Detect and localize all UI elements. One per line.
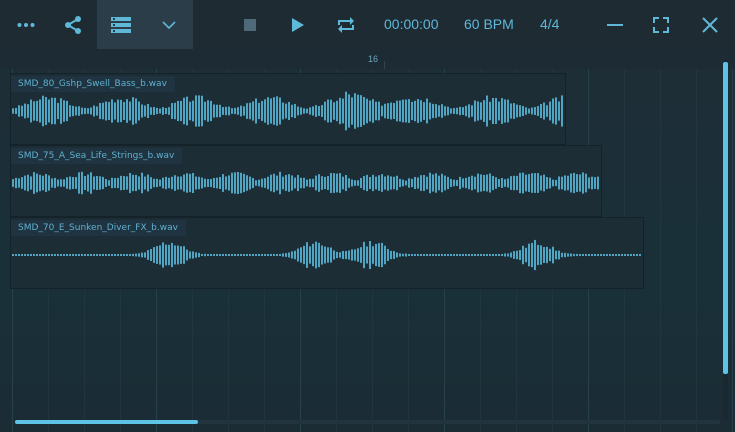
audio-clip-bass[interactable]: SMD_80_Gshp_Swell_Bass_b.wav bbox=[10, 73, 566, 145]
share-icon[interactable] bbox=[53, 0, 93, 49]
vertical-scrollbar-thumb[interactable] bbox=[723, 62, 728, 374]
grid-line bbox=[660, 69, 661, 432]
time-display: 00:00:00 bbox=[384, 16, 439, 32]
time-signature-display[interactable]: 4/4 bbox=[540, 0, 559, 49]
grid-line bbox=[732, 69, 733, 432]
stop-icon[interactable] bbox=[232, 0, 268, 49]
track-list-icon[interactable] bbox=[97, 0, 145, 49]
horizontal-scrollbar-thumb[interactable] bbox=[15, 420, 198, 424]
audio-clip-fx[interactable]: SMD_70_E_Sunken_Diver_FX_b.wav bbox=[10, 217, 644, 289]
vertical-scrollbar[interactable] bbox=[723, 60, 728, 420]
play-icon[interactable] bbox=[280, 0, 316, 49]
toolbar: 00:00:00 60 BPM 4/4 bbox=[0, 0, 735, 50]
ruler-tick bbox=[384, 61, 385, 69]
clip-name: SMD_80_Gshp_Swell_Bass_b.wav bbox=[11, 76, 175, 92]
clip-name: SMD_75_A_Sea_Life_Strings_b.wav bbox=[11, 148, 183, 164]
more-dots-icon[interactable] bbox=[6, 0, 46, 49]
audio-clip-strings[interactable]: SMD_75_A_Sea_Life_Strings_b.wav bbox=[10, 145, 602, 217]
timeline-ruler[interactable]: 16 bbox=[0, 49, 735, 69]
minimize-icon[interactable] bbox=[600, 0, 630, 49]
horizontal-scrollbar[interactable] bbox=[15, 420, 720, 424]
tempo-display[interactable]: 60 BPM bbox=[464, 0, 514, 49]
chevron-down-icon[interactable] bbox=[145, 0, 193, 49]
grid-line bbox=[696, 69, 697, 432]
loop-icon[interactable] bbox=[327, 0, 365, 49]
ruler-bar-label: 16 bbox=[368, 54, 379, 64]
fullscreen-icon[interactable] bbox=[646, 0, 676, 49]
close-icon[interactable] bbox=[695, 0, 725, 49]
clip-name: SMD_70_E_Sunken_Diver_FX_b.wav bbox=[11, 220, 186, 236]
